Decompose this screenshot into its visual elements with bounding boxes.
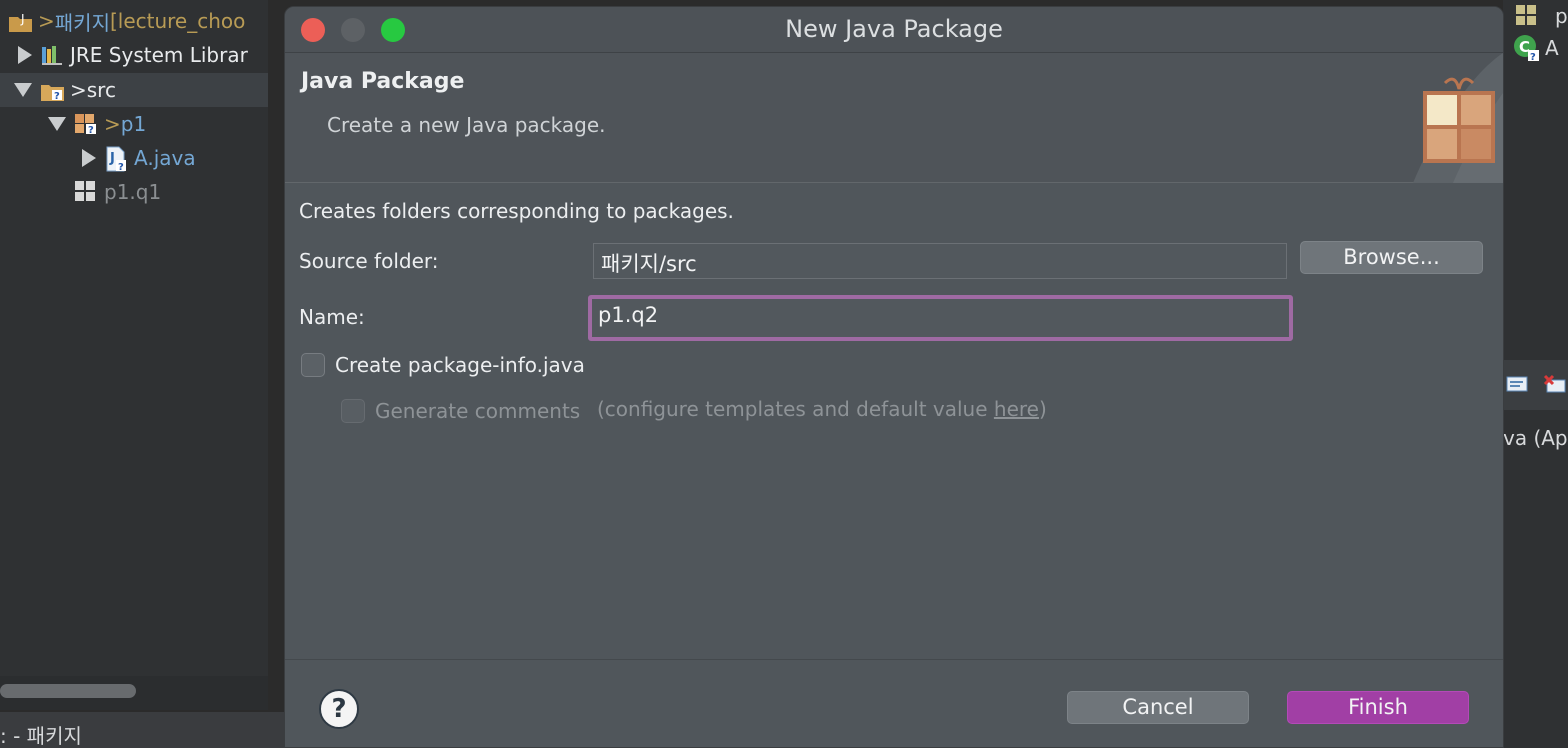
horizontal-scrollbar[interactable] bbox=[0, 684, 136, 698]
wizard-banner: Java Package Create a new Java package. bbox=[285, 53, 1503, 183]
svg-text:?: ? bbox=[118, 162, 124, 172]
intro-text: Creates folders corresponding to package… bbox=[299, 199, 734, 223]
svg-text:J: J bbox=[109, 151, 115, 166]
expand-arrow-icon[interactable] bbox=[18, 46, 32, 64]
banner-title: Java Package bbox=[301, 69, 465, 94]
hint-prefix: (configure templates and default value bbox=[597, 397, 994, 421]
dialog-title: New Java Package bbox=[785, 15, 1003, 43]
cancel-button[interactable]: Cancel bbox=[1067, 691, 1249, 724]
source-folder-label: Source folder: bbox=[299, 249, 439, 273]
source-folder-field[interactable]: 패키지/src bbox=[593, 243, 1287, 279]
tree-item-label: JRE System Librar bbox=[70, 43, 248, 67]
status-bar: : - 패키지 bbox=[0, 712, 285, 748]
name-label: Name: bbox=[299, 305, 365, 329]
dialog-titlebar[interactable]: New Java Package bbox=[285, 7, 1503, 53]
tree-item-label: p1 bbox=[120, 112, 147, 136]
configure-templates-link[interactable]: here bbox=[994, 397, 1039, 421]
tree-item-project[interactable]: J > 패키지 [lecture_choo bbox=[0, 4, 268, 38]
tree-item-label: p1.q1 bbox=[104, 180, 162, 204]
tree-item-package-p1[interactable]: ? > p1 bbox=[0, 107, 268, 141]
source-folder-icon: ? bbox=[40, 78, 64, 102]
hint-suffix: ) bbox=[1038, 397, 1047, 421]
tree-item-package-p1q1[interactable]: p1.q1 bbox=[0, 175, 268, 209]
tree-item-suffix: [lecture_choo bbox=[109, 9, 246, 33]
banner-description: Create a new Java package. bbox=[327, 113, 606, 137]
package-name-value: p1.q2 bbox=[598, 303, 659, 327]
create-package-info-checkbox[interactable] bbox=[301, 353, 325, 377]
tree-item-jre-library[interactable]: JRE System Librar bbox=[0, 38, 268, 72]
tree-item-a-java[interactable]: J? A.java bbox=[0, 141, 268, 175]
package-icon: ? bbox=[74, 112, 98, 136]
package-explorer: J > 패키지 [lecture_choo JRE System Librar … bbox=[0, 0, 268, 710]
java-file-icon: J? bbox=[104, 146, 128, 173]
expand-arrow-icon[interactable] bbox=[82, 149, 96, 167]
svg-text:?: ? bbox=[1530, 52, 1536, 62]
generate-comments-hint: (configure templates and default value h… bbox=[597, 397, 1047, 421]
tree-item-label: 패키지 bbox=[54, 10, 110, 35]
tree-item-prefix: > bbox=[38, 9, 55, 33]
remove-launch-icon[interactable] bbox=[1541, 372, 1567, 404]
library-icon bbox=[40, 43, 64, 67]
collapse-arrow-icon[interactable] bbox=[48, 117, 66, 131]
help-button[interactable]: ? bbox=[319, 689, 359, 729]
outline-package-label: p bbox=[1555, 4, 1568, 28]
footer-divider bbox=[285, 659, 1503, 660]
tree-item-prefix: > bbox=[104, 112, 121, 136]
generate-comments-label: Generate comments bbox=[375, 399, 581, 423]
package-icon bbox=[1515, 4, 1537, 30]
tree-item-prefix: > bbox=[70, 78, 87, 102]
svg-text:J: J bbox=[20, 12, 25, 26]
svg-text:?: ? bbox=[88, 125, 94, 136]
outline-class-label: A bbox=[1545, 36, 1559, 60]
package-wizard-art bbox=[1343, 53, 1503, 183]
console-icon[interactable] bbox=[1505, 374, 1531, 402]
class-icon: C? bbox=[1513, 34, 1541, 66]
tree-item-src[interactable]: ? > src bbox=[0, 73, 268, 107]
tree-item-label: src bbox=[86, 78, 116, 102]
source-folder-value: 패키지/src bbox=[601, 252, 697, 276]
outline-panel: p C? A va (Ap bbox=[1503, 0, 1568, 748]
collapse-arrow-icon[interactable] bbox=[14, 83, 32, 97]
new-java-package-dialog: New Java Package Java Package Create a n… bbox=[284, 6, 1504, 748]
generate-comments-checkbox[interactable] bbox=[341, 399, 365, 423]
create-package-info-label[interactable]: Create package-info.java bbox=[335, 353, 585, 377]
status-text: : - 패키지 bbox=[0, 724, 82, 748]
finish-button[interactable]: Finish bbox=[1287, 691, 1469, 724]
svg-text:?: ? bbox=[54, 91, 60, 102]
browse-button[interactable]: Browse... bbox=[1300, 241, 1483, 274]
editor-tab-label: va (Ap bbox=[1503, 426, 1568, 450]
empty-package-icon bbox=[74, 180, 98, 204]
java-project-icon: J bbox=[8, 9, 32, 33]
tree-item-label: A.java bbox=[134, 146, 196, 170]
package-name-input[interactable]: p1.q2 bbox=[588, 295, 1293, 341]
